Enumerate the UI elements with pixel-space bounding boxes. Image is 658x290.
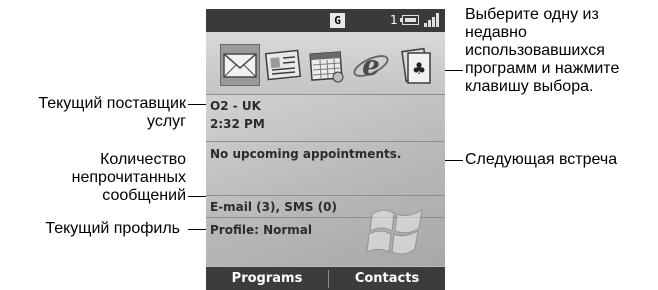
app-solitaire[interactable]: ♣ (396, 44, 436, 86)
appointments-status[interactable]: No upcoming appointments. (210, 146, 401, 162)
network-g-icon: G (330, 13, 345, 28)
callout-unread-line-3: сообщений (102, 187, 186, 204)
leader-profile (188, 229, 208, 230)
callout-recent-line-5: клавишу выбора. (465, 78, 594, 95)
callout-recent-line-1: Выберите одну из (465, 6, 599, 23)
callout-unread-line-1: Количество (100, 151, 186, 168)
divider (206, 94, 445, 95)
profile-status[interactable]: Profile: Normal (210, 222, 312, 238)
signal-strength-icon (424, 13, 440, 27)
app-calendar[interactable] (307, 44, 347, 86)
callout-unread-line-2: непрочитанных (71, 169, 186, 186)
calendar-icon (309, 51, 344, 83)
internet-explorer-icon: e (353, 49, 389, 82)
envelope-icon (223, 53, 257, 78)
softkey-bar: Programs Contacts (206, 267, 445, 290)
status-count: 1 (390, 13, 398, 27)
callout-profile-line: Текущий профиль (45, 220, 180, 237)
callout-next-meeting: Следующая встреча (465, 151, 658, 169)
status-bar: G 1 (206, 9, 445, 32)
operator-name: O2 - UK (210, 99, 261, 113)
callout-recent-line-3: использовавшихся (465, 42, 605, 59)
leader-unread (188, 196, 208, 197)
svg-text:e: e (362, 49, 380, 82)
callout-recent-line-2: недавно (465, 24, 527, 41)
divider (206, 195, 445, 196)
leader-next-meeting (445, 160, 463, 161)
app-contacts[interactable] (263, 44, 303, 86)
app-messaging[interactable] (220, 44, 260, 86)
today-content: O2 - UK 2:32 PM No upcoming appointments… (206, 94, 445, 266)
callout-profile: Текущий профиль (0, 220, 180, 238)
message-counts[interactable]: E-mail (3), SMS (0) (210, 199, 337, 215)
clock-time[interactable]: 2:32 PM (210, 116, 265, 132)
callout-recent-apps: Выберите одну из недавно использовавшихс… (465, 6, 658, 96)
divider (206, 141, 445, 142)
svg-text:♣: ♣ (412, 59, 426, 78)
contacts-card-icon (264, 49, 302, 81)
callout-unread: Количество непрочитанных сообщений (0, 151, 186, 205)
phone-screen: G 1 e ♣ O2 - UK 2:32 PM No upcoming appo… (206, 9, 445, 290)
callout-recent-line-4: программ и нажмите (465, 60, 620, 77)
leader-provider (188, 104, 208, 105)
windows-flag-icon (366, 209, 423, 255)
recent-apps-strip: e ♣ (206, 32, 445, 94)
callout-next-meeting-line: Следующая встреча (465, 151, 618, 168)
battery-icon (400, 15, 419, 25)
callout-provider-line-1: Текущий поставщик (38, 95, 186, 112)
softkey-contacts[interactable]: Contacts (329, 267, 445, 290)
leader-recent-apps (445, 70, 463, 71)
callout-provider: Текущий поставщик услуг (0, 95, 186, 131)
cards-game-icon: ♣ (401, 47, 431, 84)
softkey-programs[interactable]: Programs (206, 267, 328, 290)
callout-provider-line-2: услуг (147, 113, 186, 130)
app-internet-explorer[interactable]: e (351, 44, 391, 86)
